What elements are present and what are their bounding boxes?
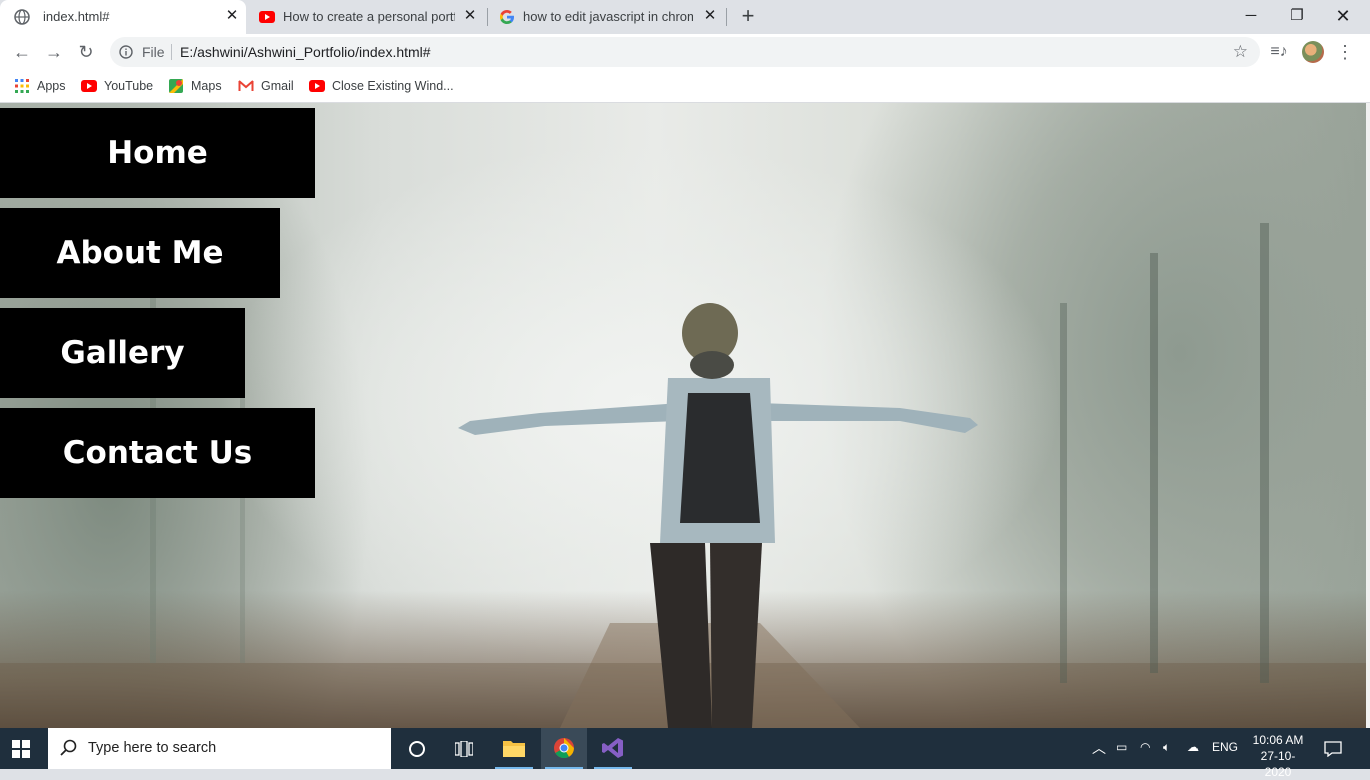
search-placeholder: Type here to search <box>88 740 217 756</box>
taskbar-search-box[interactable]: Type here to search <box>48 728 391 769</box>
youtube-icon <box>259 11 275 23</box>
bookmark-label: YouTube <box>104 79 154 93</box>
bookmark-youtube[interactable]: YouTube <box>81 77 153 95</box>
bookmark-label: Maps <box>191 79 222 93</box>
youtube-icon <box>81 80 97 92</box>
page-scrollbar[interactable] <box>1366 103 1370 728</box>
tab-title: How to create a personal portfoli <box>283 9 455 24</box>
close-tab-icon[interactable]: ✕ <box>224 8 240 24</box>
bookmark-close-existing[interactable]: Close Existing Wind... <box>309 77 454 95</box>
language-indicator[interactable]: ENG <box>1212 740 1238 754</box>
reload-button[interactable]: ↻ <box>74 40 98 64</box>
tab-google-search[interactable]: how to edit javascript in chrome ✕ <box>488 0 726 34</box>
restore-button[interactable]: ❐ <box>1274 0 1320 32</box>
media-controls-icon[interactable]: ≡♪ <box>1267 40 1291 64</box>
tab-strip: index.html# ✕ How to create a personal p… <box>0 0 1370 34</box>
cortana-button[interactable] <box>394 728 440 769</box>
task-view-icon <box>455 741 473 757</box>
minimize-button[interactable]: ─ <box>1228 0 1274 32</box>
windows-taskbar: Type here to search ︿ ▭ ◠ 🔈︎ ☁ ENG 10:06… <box>0 728 1370 779</box>
youtube-icon <box>309 80 325 92</box>
notifications-icon[interactable] <box>1324 741 1342 757</box>
tab-index[interactable]: index.html# ✕ <box>0 0 246 34</box>
nav-home-button[interactable]: Home <box>0 108 315 198</box>
task-view-button[interactable] <box>441 728 487 769</box>
bookmark-label: Gmail <box>261 79 294 93</box>
bookmark-label: Close Existing Wind... <box>332 79 454 93</box>
apps-grid-icon <box>15 79 29 93</box>
nav-gallery-button[interactable]: Gallery <box>0 308 245 398</box>
search-icon <box>60 739 77 756</box>
folder-icon <box>503 741 525 757</box>
visual-studio-button[interactable] <box>590 728 636 769</box>
show-hidden-icons-icon[interactable]: ︿ <box>1092 738 1106 758</box>
profile-avatar[interactable] <box>1302 41 1324 63</box>
browser-toolbar: ← → ↻ File E:/ashwini/Ashwini_Portfolio/… <box>0 34 1370 70</box>
close-tab-icon[interactable]: ✕ <box>462 8 478 24</box>
info-icon[interactable] <box>119 45 133 59</box>
nav-about-button[interactable]: About Me <box>0 208 280 298</box>
maps-icon <box>169 79 183 93</box>
address-divider <box>171 44 172 60</box>
tab-title: how to edit javascript in chrome <box>523 9 693 24</box>
scheme-label: File <box>142 44 165 60</box>
close-window-button[interactable]: ✕ <box>1320 0 1366 32</box>
tab-separator <box>726 8 727 26</box>
gmail-icon <box>238 80 254 91</box>
bookmark-label: Apps <box>37 79 66 93</box>
clock-date: 27-10-2020 <box>1260 749 1296 779</box>
new-tab-button[interactable]: + <box>738 5 758 27</box>
url-text[interactable]: E:/ashwini/Ashwini_Portfolio/index.html# <box>180 44 431 60</box>
chrome-icon <box>554 738 574 759</box>
tab-title: index.html# <box>43 9 110 24</box>
battery-icon[interactable]: ▭ <box>1116 740 1127 754</box>
tab-youtube-portfolio[interactable]: How to create a personal portfoli ✕ <box>248 0 486 34</box>
bookmark-gmail[interactable]: Gmail <box>238 77 294 95</box>
taskbar-clock[interactable]: 10:06 AM 27-10-2020 <box>1248 732 1308 780</box>
bookmark-apps[interactable]: Apps <box>14 77 66 95</box>
back-button[interactable]: ← <box>10 40 34 64</box>
google-icon <box>500 10 514 24</box>
volume-icon[interactable]: 🔈︎ <box>1163 740 1170 755</box>
cortana-circle-icon <box>409 741 425 757</box>
file-explorer-button[interactable] <box>491 728 537 769</box>
windows-start-icon[interactable] <box>12 740 30 758</box>
chrome-taskbar-button[interactable] <box>541 728 587 769</box>
wifi-icon[interactable]: ◠ <box>1140 740 1150 754</box>
nav-contact-button[interactable]: Contact Us <box>0 408 315 498</box>
hero-background: Home About Me Gallery Contact Us <box>0 103 1366 728</box>
onedrive-cloud-icon[interactable]: ☁ <box>1187 740 1199 754</box>
clock-time: 10:06 AM <box>1252 733 1304 747</box>
bookmark-star-icon[interactable]: ☆ <box>1233 42 1248 62</box>
globe-icon <box>14 9 30 25</box>
bookmarks-bar: Apps YouTube Maps Gmail Close Existing W… <box>0 70 1370 103</box>
address-bar[interactable]: File E:/ashwini/Ashwini_Portfolio/index.… <box>110 37 1260 67</box>
bookmark-maps[interactable]: Maps <box>168 77 222 95</box>
visual-studio-icon <box>602 738 623 758</box>
close-tab-icon[interactable]: ✕ <box>702 8 718 24</box>
forward-button[interactable]: → <box>42 40 66 64</box>
more-menu-icon[interactable]: ⋮ <box>1333 40 1357 64</box>
